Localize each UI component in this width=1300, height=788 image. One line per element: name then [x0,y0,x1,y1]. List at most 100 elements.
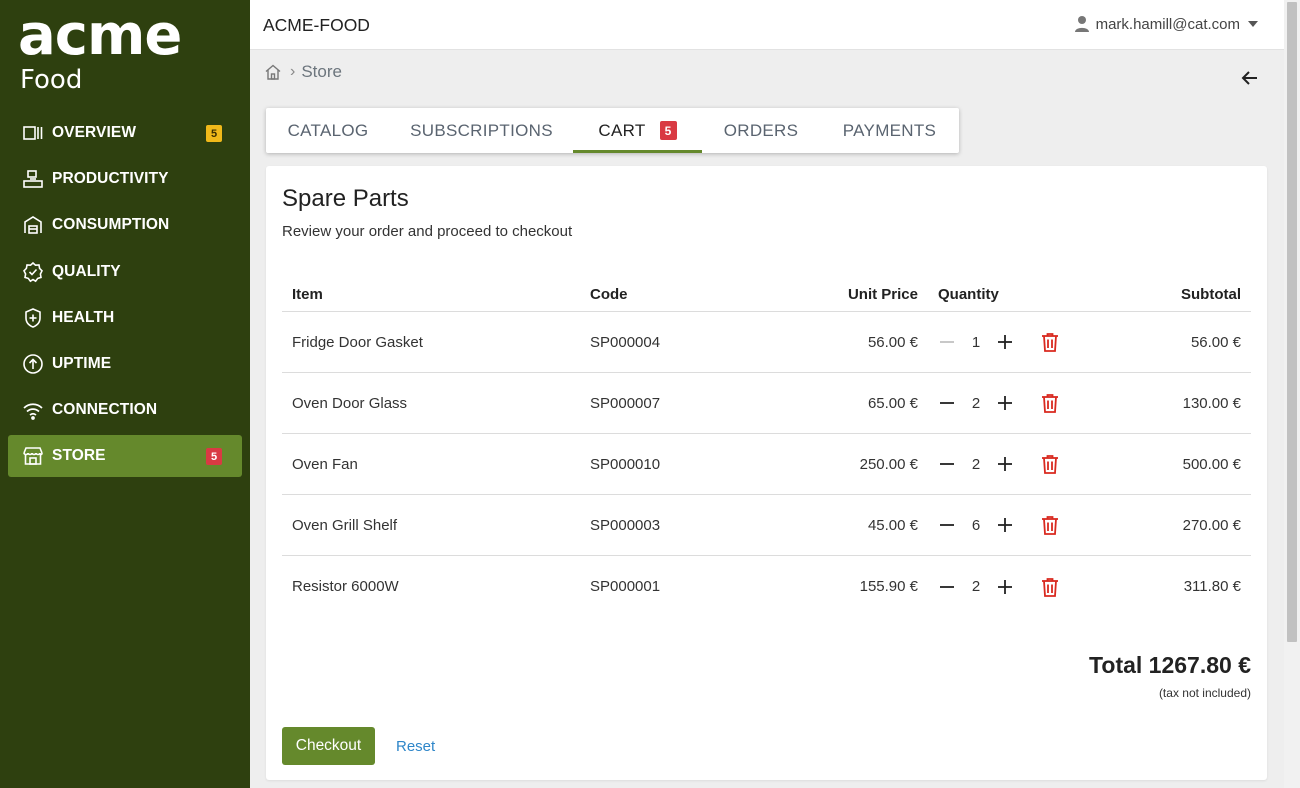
plus-icon[interactable] [996,578,1014,596]
quantity-value: 2 [971,455,981,473]
top-header: ACME-FOOD mark.hamill@cat.com [250,0,1284,50]
home-icon[interactable] [264,63,282,81]
user-email: mark.hamill@cat.com [1095,15,1240,33]
unit-price: 56.00 € [867,333,918,351]
acme-food-logo[interactable]: acme Food [18,3,182,95]
item-name: Resistor 6000W [292,578,399,595]
row-subtotal: 130.00 € [1182,394,1241,412]
sidebar-item-label: PRODUCTIVITY [52,170,169,188]
quantity-value: 2 [971,578,981,595]
sidebar-item-label: OVERVIEW [52,124,137,141]
consumption-icon [22,214,44,236]
tab-catalog[interactable]: CATALOG [266,108,390,153]
tab-payments[interactable]: PAYMENTS [820,108,959,153]
trash-icon[interactable] [1041,454,1059,474]
scrollbar-thumb[interactable] [1287,2,1297,642]
user-menu[interactable]: mark.hamill@cat.com [1074,15,1258,33]
minus-icon [938,333,956,351]
overview-badge: 5 [206,125,222,142]
minus-icon[interactable] [938,516,956,534]
chevron-down-icon [1248,21,1258,27]
store-badge: 5 [206,448,222,466]
trash-icon[interactable] [1041,393,1059,413]
plus-icon[interactable] [996,455,1014,473]
table-row: Fridge Door Gasket SP000004 56.00 € 1 56… [282,312,1251,373]
logo-word: acme [18,3,182,68]
column-header-item: Item [292,286,323,303]
sidebar-item-overview[interactable]: OVERVIEW 5 [8,112,242,154]
plus-icon[interactable] [996,394,1014,412]
plus-icon[interactable] [996,333,1014,351]
quantity-value: 2 [971,394,981,412]
sidebar-item-health[interactable]: HEALTH [8,297,242,339]
reset-link[interactable]: Reset [396,738,435,755]
sidebar-item-label: STORE [52,447,106,465]
row-subtotal: 270.00 € [1182,516,1241,534]
sidebar-item-productivity[interactable]: PRODUCTIVITY [8,158,242,200]
trash-icon[interactable] [1041,577,1059,597]
quantity-stepper: 2 [938,434,1059,494]
quantity-stepper: 2 [938,373,1059,433]
minus-icon[interactable] [938,394,956,412]
tab-label: PAYMENTS [842,120,937,140]
trash-icon[interactable] [1041,332,1059,352]
row-subtotal: 311.80 € [1183,578,1241,595]
tax-note: (tax not included) [1158,686,1251,700]
unit-price: 250.00 € [859,455,918,473]
tab-orders[interactable]: ORDERS [702,108,820,153]
sidebar-nav: OVERVIEW 5 PRODUCTIVITY CONSUMPTION QUAL… [8,112,242,482]
breadcrumb-current: Store [301,62,342,81]
item-name: Oven Fan [292,455,358,473]
cart-panel: Spare Parts Review your order and procee… [266,166,1267,780]
minus-icon[interactable] [938,578,956,596]
quantity-stepper: 6 [938,495,1059,555]
store-tabs: CATALOG SUBSCRIPTIONS CART 5 ORDERS PAYME… [266,108,959,153]
sidebar: acme Food OVERVIEW 5 PRODUCTIVITY CONSUM… [0,0,250,788]
column-header-subtotal: Subtotal [1181,286,1241,303]
item-code: SP000010 [590,455,661,473]
unit-price: 45.00 € [867,516,918,534]
unit-price: 65.00 € [867,394,918,412]
sidebar-item-quality[interactable]: QUALITY [8,251,242,293]
table-row: Oven Door Glass SP000007 65.00 € 2 130.0… [282,373,1251,434]
overview-icon [22,122,44,144]
logo-sub: Food [20,65,83,95]
minus-icon[interactable] [938,455,956,473]
tab-cart[interactable]: CART 5 [573,108,702,153]
page-scrollbar[interactable] [1284,0,1300,788]
page-title: Spare Parts [282,185,409,212]
quality-icon [22,261,44,283]
cart-badge: 5 [659,121,677,140]
tab-subscriptions[interactable]: SUBSCRIPTIONS [390,108,573,153]
table-row: Resistor 6000W SP000001 155.90 € 2 311.8… [282,556,1251,617]
sidebar-item-store[interactable]: STORE 5 [8,435,242,478]
quantity-stepper: 2 [938,556,1059,617]
item-code: SP000003 [590,516,661,534]
quantity-stepper: 1 [938,312,1059,372]
trash-icon[interactable] [1041,515,1059,535]
back-arrow-icon[interactable] [1240,68,1260,88]
plus-icon[interactable] [996,516,1014,534]
checkout-button[interactable]: Checkout [282,727,375,765]
row-subtotal: 500.00 € [1182,455,1241,473]
table-row: Oven Fan SP000010 250.00 € 2 500.00 € [282,434,1251,495]
breadcrumb: › Store [264,62,342,82]
cart-total: Total 1267.80 € [1089,652,1251,678]
item-code: SP000001 [590,578,661,595]
app-title: ACME-FOOD [263,15,370,35]
sidebar-item-label: UPTIME [52,354,112,372]
column-header-code: Code [590,286,628,303]
wifi-icon [22,399,44,421]
sidebar-item-connection[interactable]: CONNECTION [8,389,242,431]
sidebar-item-label: CONSUMPTION [52,216,170,234]
item-code: SP000007 [590,394,661,412]
sidebar-item-label: HEALTH [52,308,115,326]
column-header-unit-price: Unit Price [847,286,918,303]
uptime-icon [22,353,44,375]
table-header: Item Code Unit Price Quantity Subtotal [282,266,1251,312]
sidebar-item-consumption[interactable]: CONSUMPTION [8,204,242,246]
tab-label: CATALOG [287,120,369,140]
column-header-quantity: Quantity [938,286,999,303]
sidebar-item-uptime[interactable]: UPTIME [8,343,242,385]
unit-price: 155.90 € [859,578,918,595]
